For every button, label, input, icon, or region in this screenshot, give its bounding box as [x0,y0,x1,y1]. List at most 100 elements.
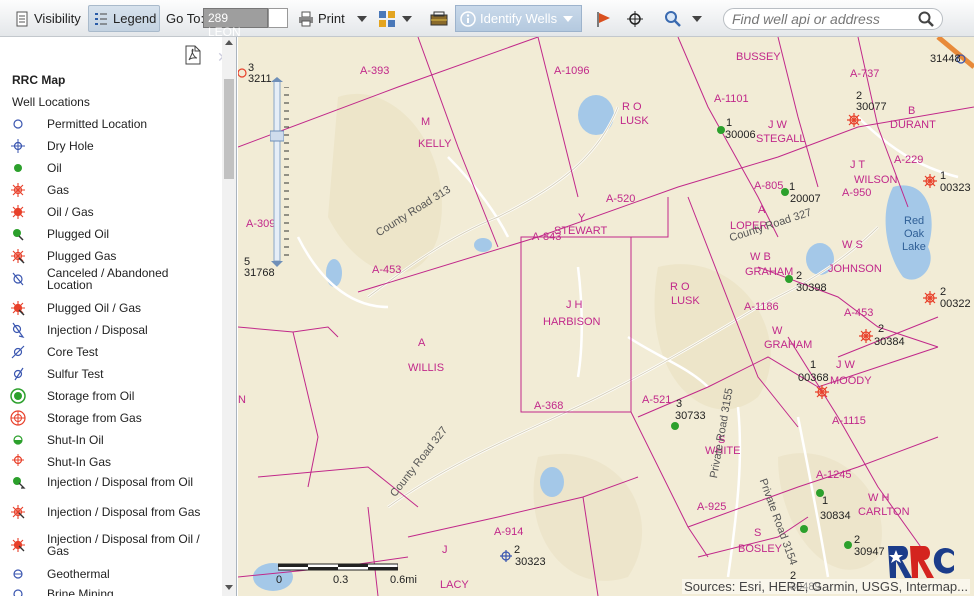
legend-item: Dry Hole [0,137,222,155]
search-input[interactable]: Find well api or address [723,8,943,30]
legend-item-label: Geothermal [47,567,110,581]
legend-item: Gas [0,181,222,199]
well-label: 2 [796,270,803,282]
survey-label: WILLIS [408,362,445,374]
visibility-button[interactable]: Visibility [10,5,85,32]
survey-label: A-453 [372,264,402,276]
legend-item-label: Storage from Oil [47,389,135,403]
survey-label: A [758,204,766,216]
survey-label: KELLY [418,138,452,150]
survey-label: A-393 [360,65,390,77]
survey-label: A-229 [894,154,924,166]
survey-label: GRAHAM [764,339,813,351]
plugged-oil-icon [0,225,36,243]
legend-item-label: Injection / Disposal from Oil / Gas [47,532,200,558]
survey-label: A-1115 [832,415,866,427]
sulfur-test-icon [0,365,36,383]
goto-go-button[interactable] [268,8,288,28]
injection-disposal-icon [0,321,36,339]
scroll-thumb[interactable] [224,79,234,179]
locate-button[interactable] [622,5,648,32]
survey-label: A-914 [494,526,524,538]
well-label: 31448 [930,53,961,65]
survey-label: W [772,325,783,337]
oil-well-symbol[interactable] [800,525,808,533]
legend-item: Brine Mining [0,585,222,596]
legend-item: Storage from Gas [0,409,222,427]
grid-icon [379,10,395,27]
survey-label: WILSON [854,174,898,186]
well-label: 3 [676,398,683,410]
survey-label: A-520 [606,193,636,205]
survey-label: A [418,337,426,349]
legend-item-label: Plugged Gas [47,249,117,263]
search-icon[interactable] [918,11,934,27]
survey-label: LUSK [671,295,700,307]
map-view[interactable]: M KELLY R O LUSK J W STEGALL A-1101 BUSSEY A-737… [238,37,974,596]
legend-item: Canceled / Abandoned Location [0,267,222,291]
oil-well-symbol[interactable] [717,126,725,134]
scroll-down-icon[interactable] [225,585,233,590]
legend-item: Oil [0,159,222,177]
bus-tool-button[interactable] [424,5,454,32]
legend-label: Legend [113,11,157,26]
legend-item: Shut-In Oil [0,431,222,449]
survey-label: B [908,105,916,117]
gas-icon [0,181,36,199]
goto-input[interactable]: 289 LEON [203,8,268,39]
crosshair-icon [627,10,643,27]
legend-item-label: Brine Mining [47,587,114,596]
legend-item: Permitted Location [0,115,222,133]
basemap-button[interactable] [374,5,416,32]
well-label: 00322 [940,298,971,310]
zoom-in-icon [271,77,283,82]
toolbar: Visibility Legend Go To: 289 LEON Print … [0,0,974,39]
scale-label-1: 0.3 [333,574,349,586]
zoom-out-icon [271,261,283,267]
injection-oil-gas-icon [0,536,36,554]
storage-oil-icon [0,387,36,405]
well-label: 1 [940,170,947,182]
map-credits: Sources: Esri, HERE, Garmin, USGS, Inter… [682,579,970,594]
oil-well-symbol[interactable] [844,541,852,549]
scroll-up-icon[interactable] [225,40,233,45]
survey-label: J [442,544,448,556]
chevron-down-icon [692,15,702,22]
plugged-gas-icon [0,247,36,265]
flag-icon [597,11,610,27]
well-label: 30384 [874,336,905,348]
survey-label: A-843 [532,231,562,243]
road-label: Lake [902,241,926,253]
survey-label: A-805 [754,180,784,192]
legend-item: Plugged Oil [0,225,222,243]
survey-label: A-368 [534,400,564,412]
legend-button[interactable]: Legend [88,5,160,32]
print-button[interactable]: Print [294,5,371,32]
info-icon [460,10,476,27]
chevron-down-icon [563,15,574,22]
well-label: 2 [854,534,861,546]
well-label: 1 [822,495,829,507]
shut-in-gas-icon [0,453,36,471]
zoom-handle [270,130,284,142]
zoom-tool-button[interactable] [660,5,706,32]
survey-label: MOODY [830,375,872,387]
well-label: 30834 [820,510,851,522]
survey-label: GRAHAM [745,266,794,278]
flag-button[interactable] [590,5,616,32]
document-icon [16,11,28,26]
brine-mining-icon [0,585,36,596]
legend-scrollbar[interactable] [222,37,236,596]
well-label: 1 [789,181,796,193]
identify-wells-button[interactable]: Identify Wells [455,5,582,32]
shut-in-oil-icon [0,431,36,449]
legend-item-label: Injection / Disposal [47,323,148,337]
well-label: 20007 [790,193,821,205]
pdf-icon[interactable] [184,45,202,65]
oil-well-symbol[interactable] [671,422,679,430]
plugged-oil-gas-icon [0,299,36,317]
legend-item: Sulfur Test [0,365,222,383]
chevron-down-icon [356,15,367,22]
zoom-slider[interactable] [270,77,284,267]
well-label: 00368 [798,372,829,384]
